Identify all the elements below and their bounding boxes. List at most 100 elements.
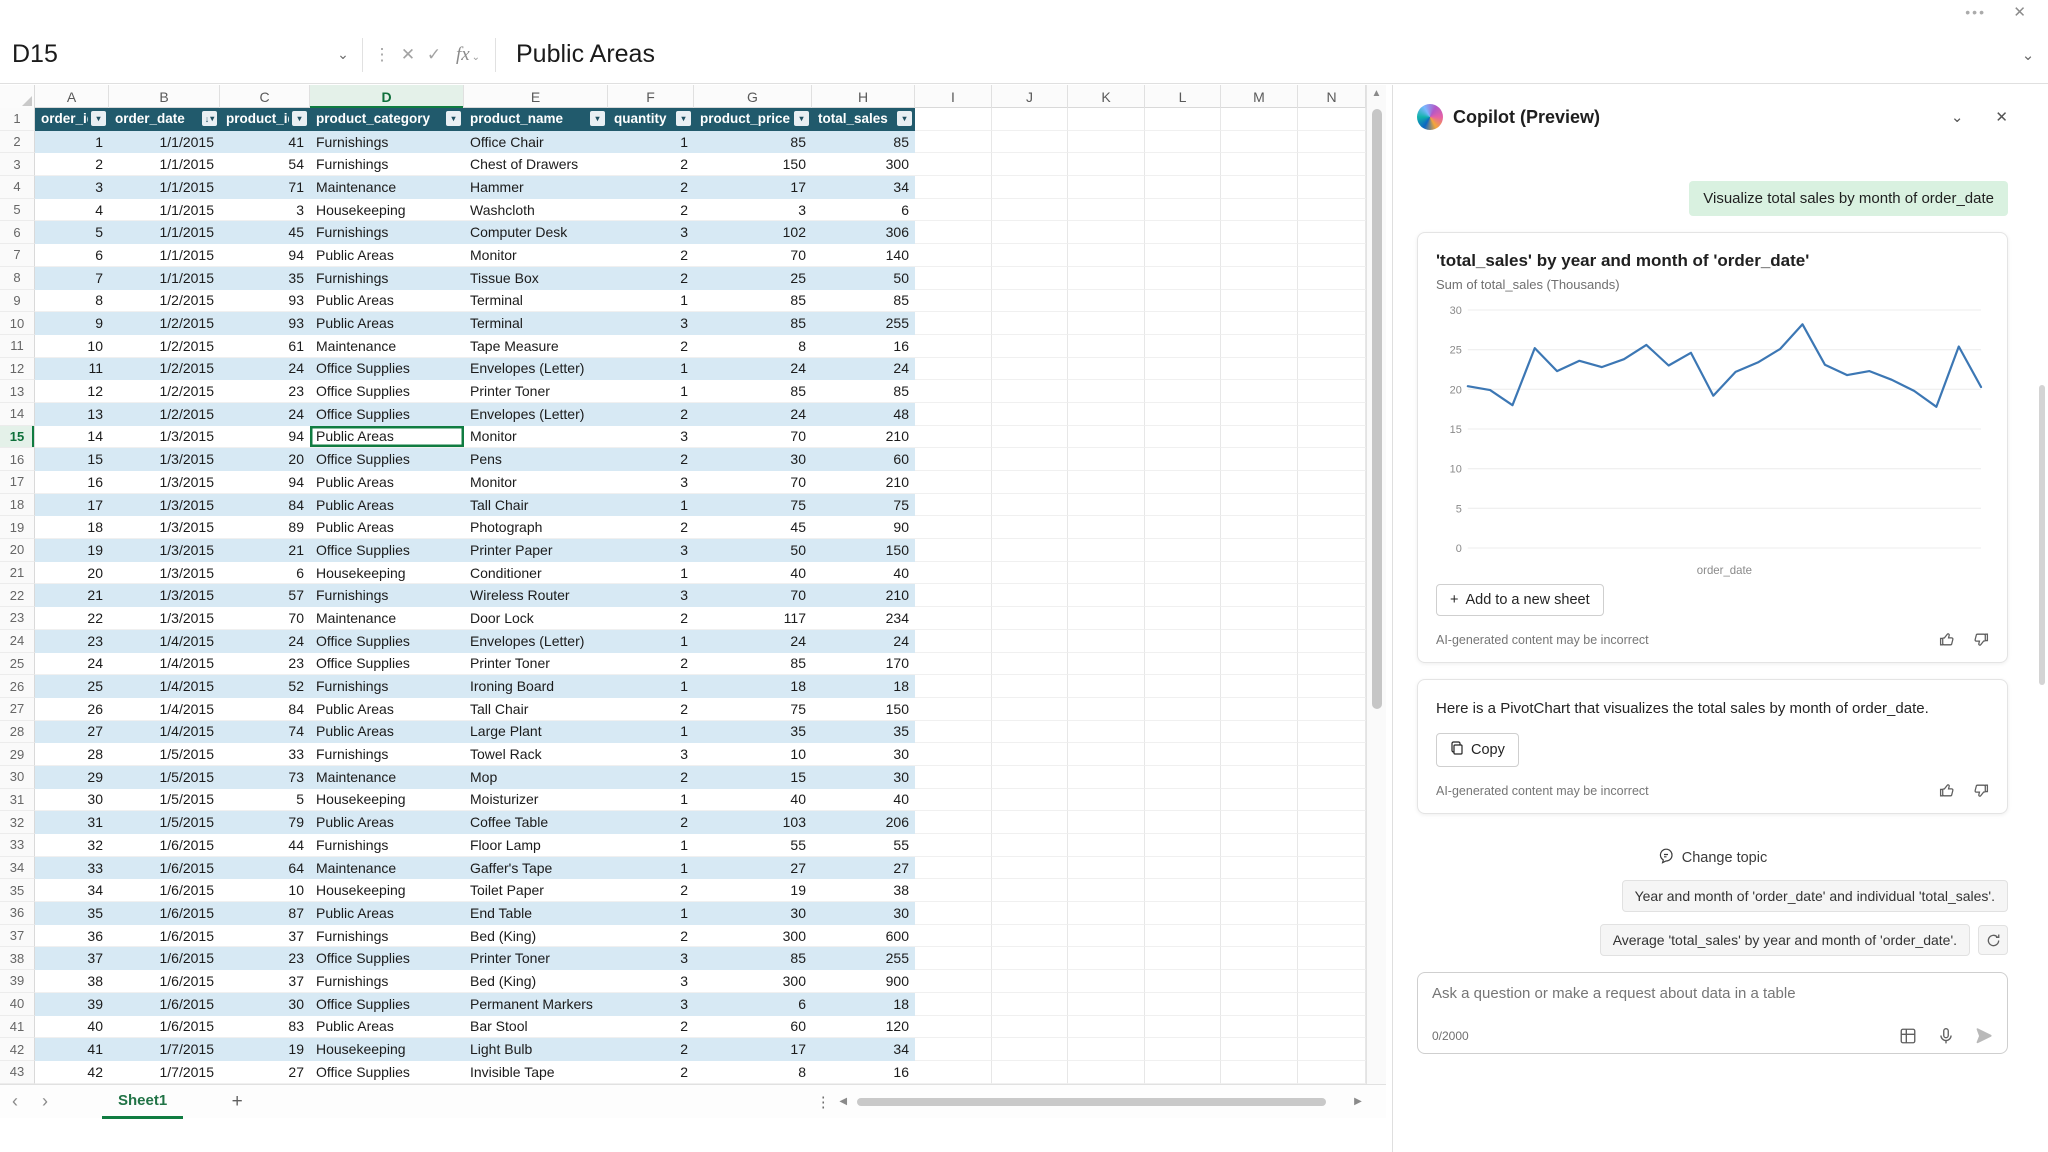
- cell-I42[interactable]: [915, 1038, 992, 1061]
- cell-L43[interactable]: [1145, 1061, 1221, 1084]
- cell-B22[interactable]: 1/3/2015: [109, 584, 220, 607]
- cell-K36[interactable]: [1068, 902, 1145, 925]
- cell-M39[interactable]: [1221, 970, 1298, 993]
- cell-F31[interactable]: 1: [608, 789, 694, 812]
- cell-I3[interactable]: [915, 153, 992, 176]
- cell-J17[interactable]: [992, 471, 1068, 494]
- cell-E8[interactable]: Tissue Box: [464, 267, 608, 290]
- cell-F42[interactable]: 2: [608, 1038, 694, 1061]
- cell-J12[interactable]: [992, 358, 1068, 381]
- cell-J29[interactable]: [992, 743, 1068, 766]
- cell-I20[interactable]: [915, 539, 992, 562]
- cell-F28[interactable]: 1: [608, 721, 694, 744]
- cell-M1[interactable]: [1221, 108, 1298, 131]
- cell-L41[interactable]: [1145, 1016, 1221, 1039]
- cell-D36[interactable]: Public Areas: [310, 902, 464, 925]
- cell-K12[interactable]: [1068, 358, 1145, 381]
- row-header-30[interactable]: 30: [0, 766, 35, 789]
- cell-B7[interactable]: 1/1/2015: [109, 244, 220, 267]
- cell-H2[interactable]: 85: [812, 131, 915, 154]
- column-header-A[interactable]: A: [35, 85, 109, 108]
- cell-E32[interactable]: Coffee Table: [464, 811, 608, 834]
- cell-K4[interactable]: [1068, 176, 1145, 199]
- cell-L2[interactable]: [1145, 131, 1221, 154]
- cell-H21[interactable]: 40: [812, 562, 915, 585]
- cell-A31[interactable]: 30: [35, 789, 109, 812]
- cell-I8[interactable]: [915, 267, 992, 290]
- cell-D23[interactable]: Maintenance: [310, 607, 464, 630]
- cell-H26[interactable]: 18: [812, 675, 915, 698]
- cell-E29[interactable]: Towel Rack: [464, 743, 608, 766]
- cell-G35[interactable]: 19: [694, 879, 812, 902]
- cell-N35[interactable]: [1298, 879, 1366, 902]
- cell-A28[interactable]: 27: [35, 721, 109, 744]
- cell-E27[interactable]: Tall Chair: [464, 698, 608, 721]
- cell-A38[interactable]: 37: [35, 947, 109, 970]
- cell-N37[interactable]: [1298, 925, 1366, 948]
- cell-D15[interactable]: Public Areas: [310, 426, 464, 449]
- row-header-28[interactable]: 28: [0, 721, 35, 744]
- cell-B24[interactable]: 1/4/2015: [109, 630, 220, 653]
- cell-M14[interactable]: [1221, 403, 1298, 426]
- filter-icon[interactable]: ▾: [794, 111, 809, 126]
- cell-I26[interactable]: [915, 675, 992, 698]
- cell-N15[interactable]: [1298, 426, 1366, 449]
- cell-B41[interactable]: 1/6/2015: [109, 1016, 220, 1039]
- cell-C43[interactable]: 27: [220, 1061, 310, 1084]
- cell-M34[interactable]: [1221, 857, 1298, 880]
- row-header-2[interactable]: 2: [0, 131, 35, 154]
- cell-I35[interactable]: [915, 879, 992, 902]
- change-topic-button[interactable]: Change topic: [1658, 848, 1767, 868]
- cell-I38[interactable]: [915, 947, 992, 970]
- cell-J15[interactable]: [992, 426, 1068, 449]
- cell-I24[interactable]: [915, 630, 992, 653]
- cell-L1[interactable]: [1145, 108, 1221, 131]
- cell-L21[interactable]: [1145, 562, 1221, 585]
- cell-B21[interactable]: 1/3/2015: [109, 562, 220, 585]
- cell-L36[interactable]: [1145, 902, 1221, 925]
- cell-F39[interactable]: 3: [608, 970, 694, 993]
- cell-I16[interactable]: [915, 448, 992, 471]
- cell-E24[interactable]: Envelopes (Letter): [464, 630, 608, 653]
- cell-B10[interactable]: 1/2/2015: [109, 312, 220, 335]
- cell-B16[interactable]: 1/3/2015: [109, 448, 220, 471]
- cell-C17[interactable]: 94: [220, 471, 310, 494]
- cell-F20[interactable]: 3: [608, 539, 694, 562]
- row-header-24[interactable]: 24: [0, 630, 35, 653]
- cell-N24[interactable]: [1298, 630, 1366, 653]
- cell-H40[interactable]: 18: [812, 993, 915, 1016]
- row-header-15[interactable]: 15: [0, 426, 35, 449]
- cell-H41[interactable]: 120: [812, 1016, 915, 1039]
- cell-E30[interactable]: Mop: [464, 766, 608, 789]
- cell-I34[interactable]: [915, 857, 992, 880]
- cell-G38[interactable]: 85: [694, 947, 812, 970]
- filter-icon[interactable]: ▾: [590, 111, 605, 126]
- cell-C41[interactable]: 83: [220, 1016, 310, 1039]
- copy-button[interactable]: Copy: [1436, 733, 1519, 767]
- cell-L10[interactable]: [1145, 312, 1221, 335]
- cell-N10[interactable]: [1298, 312, 1366, 335]
- cell-D19[interactable]: Public Areas: [310, 516, 464, 539]
- cell-A40[interactable]: 39: [35, 993, 109, 1016]
- table-header-order_id[interactable]: order_id▾: [35, 108, 109, 131]
- cell-G22[interactable]: 70: [694, 584, 812, 607]
- cell-I15[interactable]: [915, 426, 992, 449]
- row-header-20[interactable]: 20: [0, 539, 35, 562]
- cell-N14[interactable]: [1298, 403, 1366, 426]
- formula-bar-content[interactable]: Public Areas: [516, 40, 2008, 69]
- cell-J19[interactable]: [992, 516, 1068, 539]
- cell-A2[interactable]: 1: [35, 131, 109, 154]
- cell-J41[interactable]: [992, 1016, 1068, 1039]
- cell-E6[interactable]: Computer Desk: [464, 221, 608, 244]
- cell-B13[interactable]: 1/2/2015: [109, 380, 220, 403]
- cell-G42[interactable]: 17: [694, 1038, 812, 1061]
- cell-K21[interactable]: [1068, 562, 1145, 585]
- cell-L32[interactable]: [1145, 811, 1221, 834]
- cell-F15[interactable]: 3: [608, 426, 694, 449]
- cell-J33[interactable]: [992, 834, 1068, 857]
- table-header-product_name[interactable]: product_name▾: [464, 108, 608, 131]
- cell-E5[interactable]: Washcloth: [464, 199, 608, 222]
- column-header-I[interactable]: I: [915, 85, 992, 108]
- cell-G21[interactable]: 40: [694, 562, 812, 585]
- row-header-10[interactable]: 10: [0, 312, 35, 335]
